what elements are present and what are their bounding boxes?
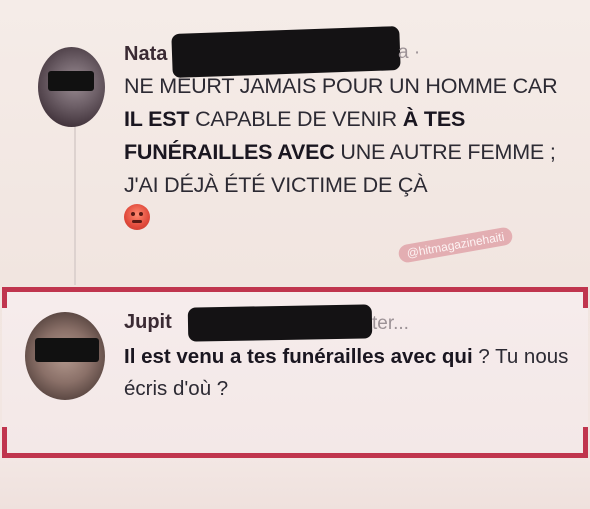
original-post: Nata a · NE MEURT JAMAIS POUR UN HOMME C… [0, 0, 590, 285]
watermark-badge: @hitmagazinehaiti [397, 226, 514, 264]
censor-bar [35, 338, 99, 362]
censor-bar [48, 71, 94, 91]
screenshot-frame: Nata a · NE MEURT JAMAIS POUR UN HOMME C… [0, 0, 590, 509]
angry-face-icon [124, 204, 150, 230]
frame-corner [2, 427, 7, 453]
bottom-area [0, 458, 590, 509]
post-body: NE MEURT JAMAIS POUR UN HOMME CAR IL EST… [124, 70, 569, 202]
emoji-mouth [132, 220, 142, 223]
frame-corner [2, 292, 7, 308]
post-text-part: CAPABLE DE VENIR [189, 107, 403, 131]
reply-body: Il est venu a tes funérailles avec qui ?… [124, 341, 574, 405]
reply-author-name[interactable]: Jupit [124, 311, 172, 334]
reply-author-trail: ter... [372, 313, 409, 334]
avatar[interactable] [38, 47, 105, 127]
post-text-bold: IL EST [124, 107, 190, 131]
post-author-trail: a · [398, 42, 421, 63]
reply-text-bold: Il est venu a tes funérailles avec qui [124, 345, 473, 368]
frame-corner [583, 292, 588, 308]
post-author-name[interactable]: Nata [124, 43, 167, 66]
redaction-bar [187, 304, 373, 342]
post-text-part: NE MEURT JAMAIS POUR UN HOMME CAR [124, 74, 558, 98]
reply-avatar[interactable] [25, 312, 105, 400]
thread-connector-line [74, 125, 76, 285]
frame-corner [583, 427, 588, 453]
